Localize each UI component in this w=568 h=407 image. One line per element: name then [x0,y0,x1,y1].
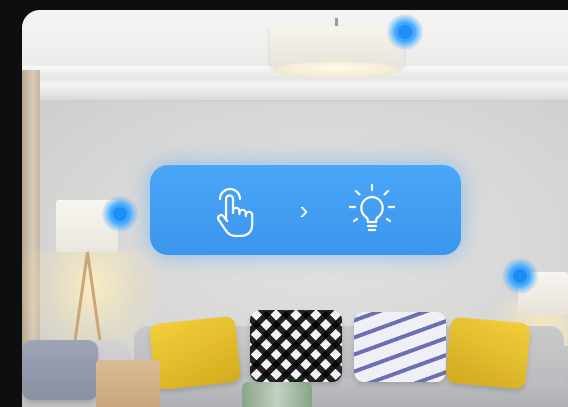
side-table [96,360,160,407]
lamp-glow [272,62,402,78]
arrow-right-icon: › [299,195,309,225]
light-bulb-icon [348,183,396,232]
room-scene: › [22,10,568,407]
zigzag-pillow [354,312,446,382]
ceiling-lamp [270,18,404,80]
lamp-shade [270,26,404,66]
side-lamp-dot[interactable] [502,258,538,294]
floor-lamp-dot[interactable] [102,196,138,232]
grey-pillow [22,340,98,400]
glass-vase [242,382,312,407]
yellow-pillow [445,316,531,390]
patterned-pillow [250,310,342,382]
yellow-pillow [148,315,242,391]
hand-tap-icon [216,187,254,237]
ceiling-light-dot[interactable] [387,14,423,50]
light-control-card[interactable]: › [150,165,461,255]
